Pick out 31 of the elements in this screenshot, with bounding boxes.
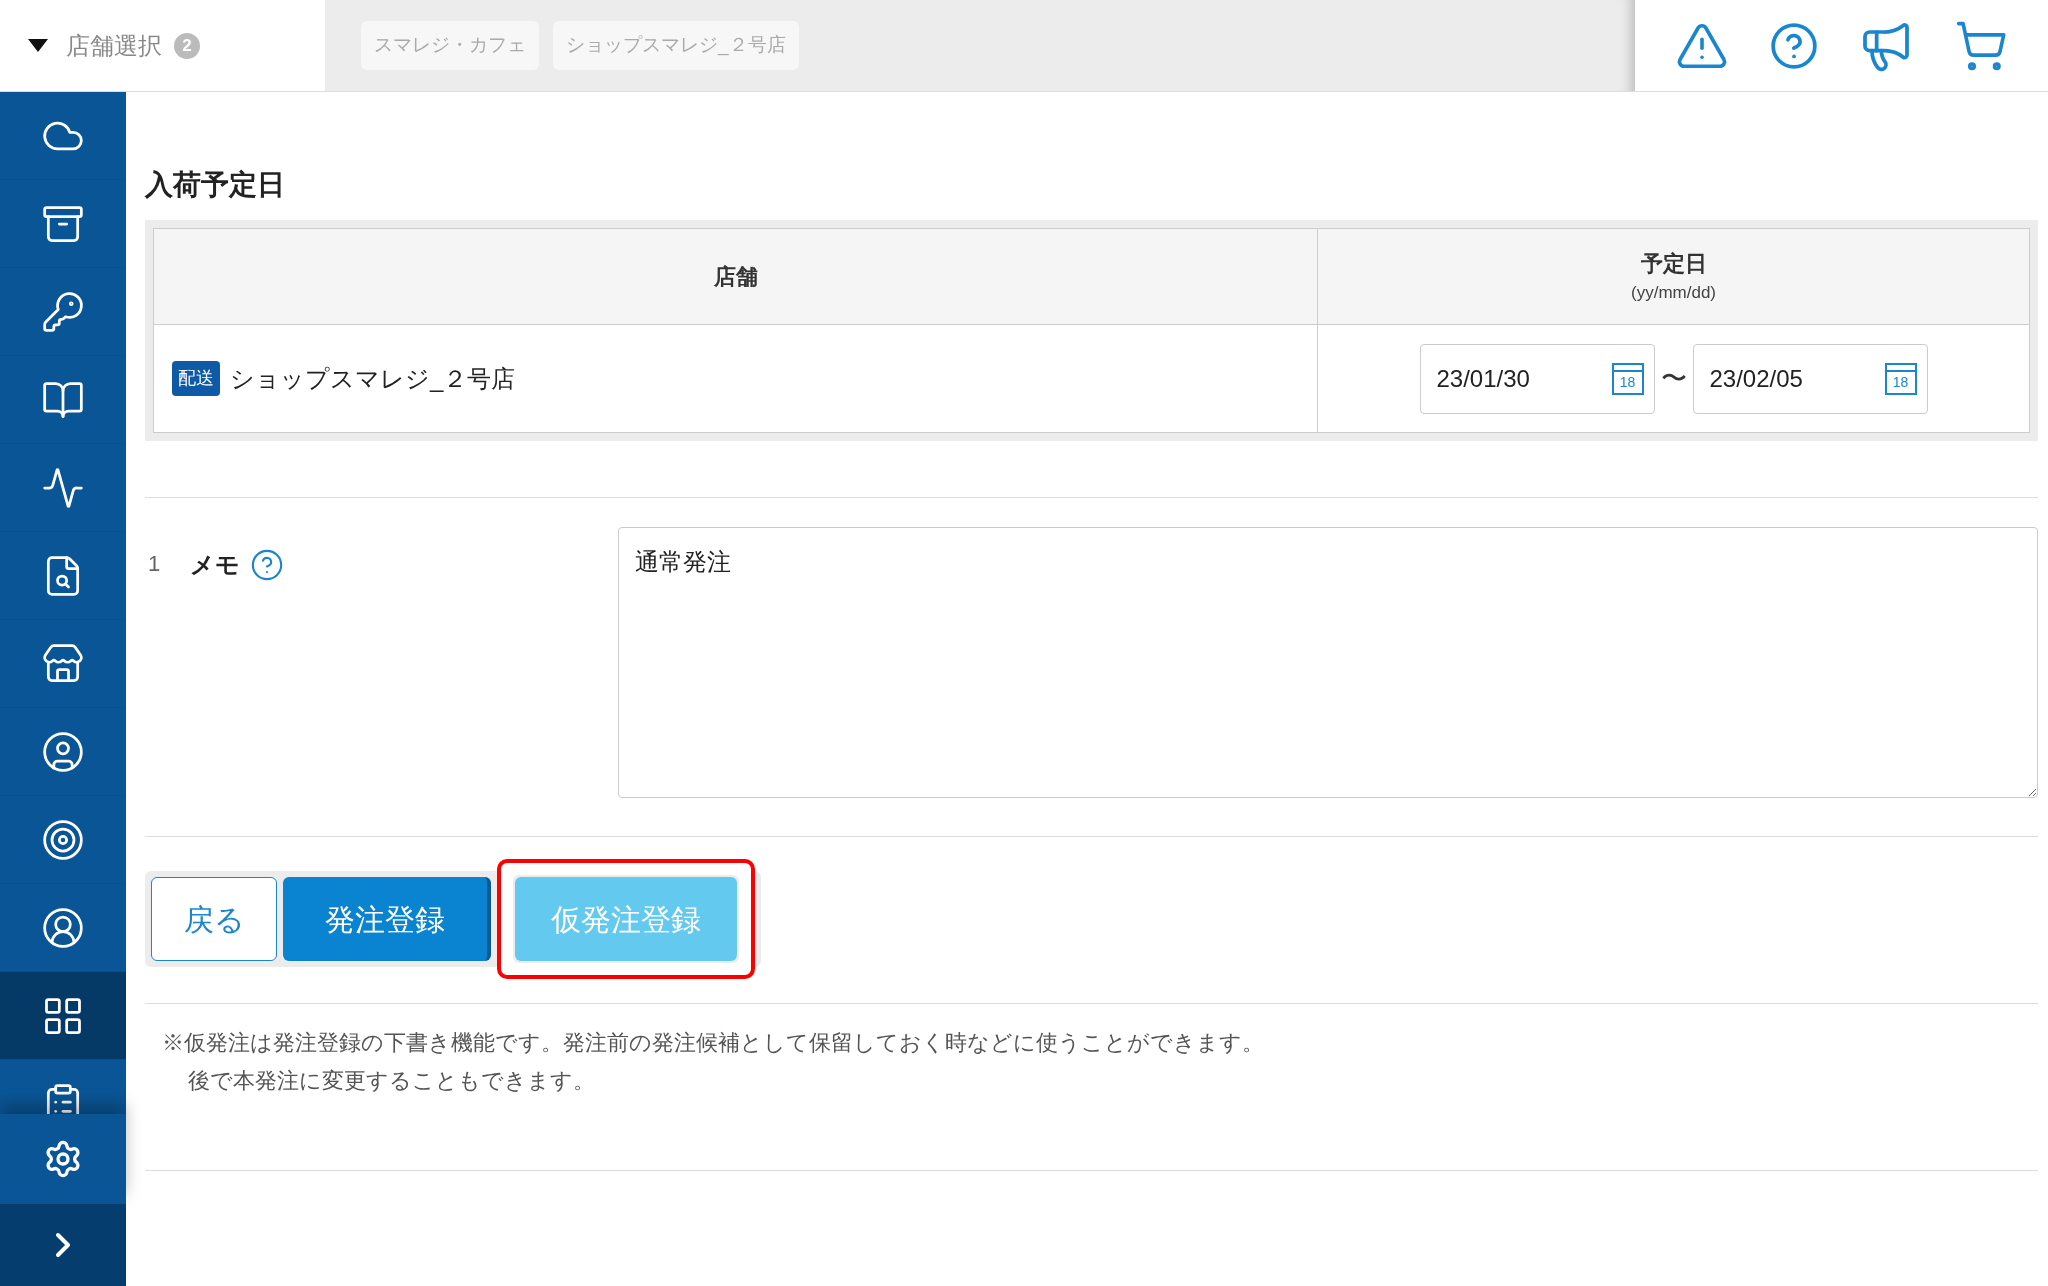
memo-label: メモ	[190, 550, 241, 580]
range-separator: 〜	[1660, 362, 1687, 395]
memo-field[interactable]: 通常発注	[618, 527, 2038, 798]
help-icon[interactable]	[250, 548, 285, 582]
line-chart-icon	[41, 465, 85, 510]
count-badge: 2	[174, 32, 200, 59]
store-name: ショップスマレジ_２号店	[230, 363, 516, 394]
calendar-icon[interactable]: 18	[1611, 362, 1644, 395]
note-text: ※仮発注は発注登録の下書き機能です。発注前の発注候補として保留しておく時などに使うことができます。 後で本発注に変更することもできます。	[161, 1029, 1265, 1095]
section-title: 入荷予定日	[145, 168, 286, 202]
date-field[interactable]: 23/01/30 18	[1419, 343, 1655, 414]
caret-icon[interactable]	[28, 38, 48, 53]
column-header: 店舗	[153, 228, 1318, 325]
store-tag: スマレジ・カフェ	[361, 21, 539, 70]
help-icon[interactable]	[1768, 20, 1819, 71]
delivery-tag: 配送	[172, 361, 220, 396]
settings-item[interactable]	[0, 1114, 126, 1204]
store-select-label[interactable]: 店舗選択	[66, 27, 162, 64]
user-icon	[41, 905, 85, 950]
column-header: 予定日 (yy/mm/dd)	[1317, 228, 2030, 325]
row-number: 1	[148, 550, 161, 578]
target-icon	[41, 817, 85, 862]
store-tag: ショップスマレジ_２号店	[553, 21, 799, 70]
date-field[interactable]: 23/02/05 18	[1692, 343, 1928, 414]
user-circle-icon	[41, 729, 85, 774]
action-button[interactable]: 発注登録	[283, 877, 491, 961]
calendar-icon[interactable]: 18	[1884, 362, 1917, 395]
sidebar-item[interactable]	[0, 972, 126, 1060]
key-icon	[41, 289, 85, 334]
action-button[interactable]: 戻る	[151, 877, 277, 961]
settings-icon	[43, 1139, 83, 1179]
